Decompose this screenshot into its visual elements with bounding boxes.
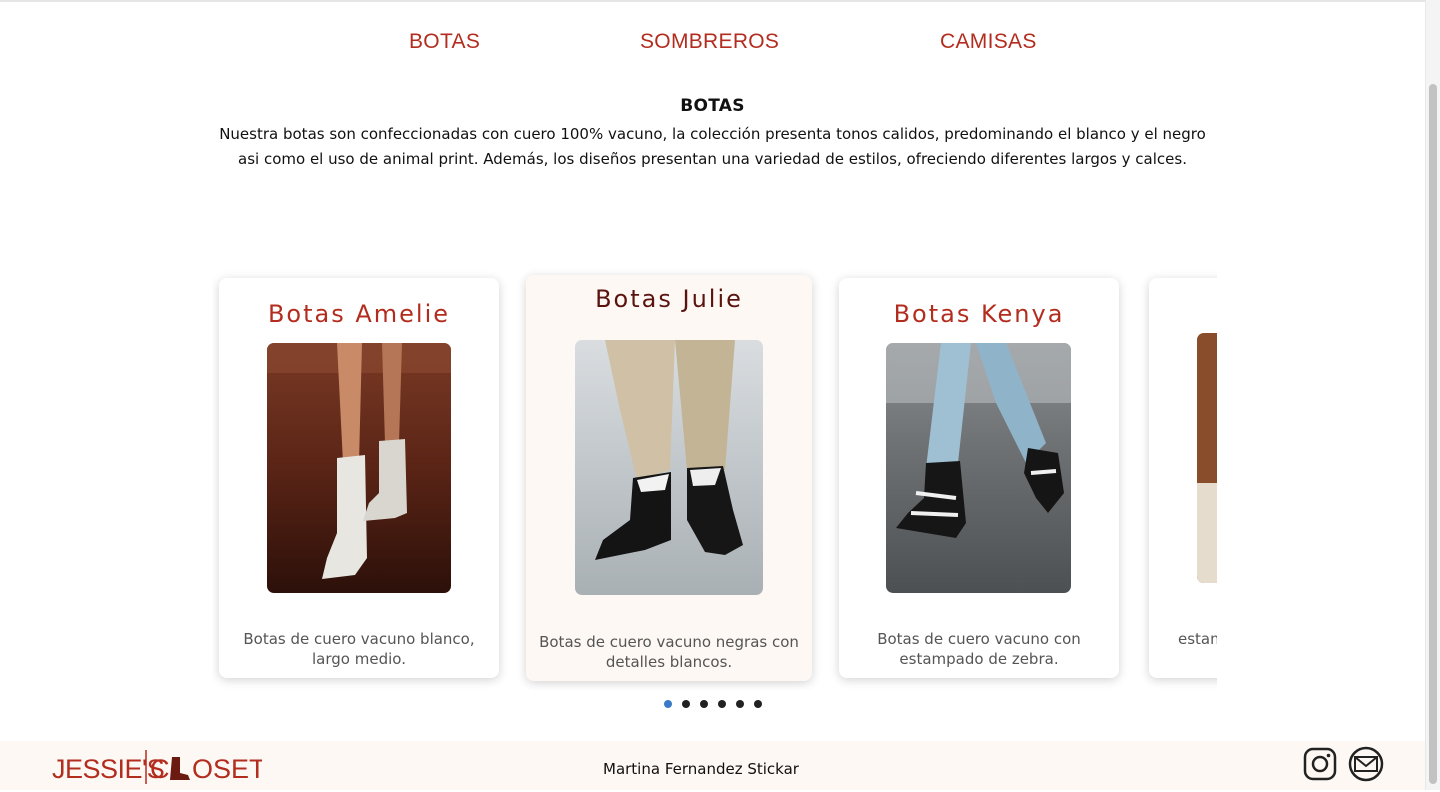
card-title: Botas Julie bbox=[595, 285, 743, 313]
product-card-julie[interactable]: Botas Julie Botas de cuero vacuno negras… bbox=[526, 275, 812, 681]
card-description: estam bbox=[1178, 630, 1217, 648]
main-nav: BOTAS SOMBREROS CAMISAS bbox=[0, 30, 1425, 60]
section-description: Nuestra botas son confeccionadas con cue… bbox=[219, 125, 1206, 168]
card-title: Botas Amelie bbox=[267, 300, 451, 328]
footer-author: Martina Fernandez Stickar bbox=[603, 760, 799, 778]
product-image-julie[interactable] bbox=[575, 340, 763, 595]
card-description: Botas de cuero vacuno con estampado de z… bbox=[877, 630, 1081, 668]
mail-icon[interactable] bbox=[1348, 746, 1384, 782]
carousel-dot-6[interactable] bbox=[754, 700, 762, 708]
card-description: Botas de cuero vacuno blanco, largo medi… bbox=[243, 630, 475, 668]
instagram-icon[interactable] bbox=[1302, 746, 1338, 782]
card-description: Botas de cuero vacuno negras con detalle… bbox=[539, 633, 799, 671]
svg-text:JESSIE'S: JESSIE'S bbox=[52, 754, 164, 784]
section-title: BOTAS bbox=[680, 96, 745, 116]
svg-text:OSET: OSET bbox=[192, 754, 262, 784]
svg-text:C: C bbox=[150, 754, 170, 784]
jessies-closet-logo[interactable]: JESSIE'S C OSET bbox=[52, 747, 266, 787]
nav-link-sombreros[interactable]: SOMBREROS bbox=[640, 30, 779, 54]
product-image-partial[interactable] bbox=[1197, 333, 1217, 583]
product-card-amelie[interactable]: Botas Amelie Botas de cuero vacuno blanc… bbox=[219, 278, 499, 678]
carousel-dot-1[interactable] bbox=[664, 700, 672, 708]
carousel-dot-3[interactable] bbox=[700, 700, 708, 708]
carousel-dot-2[interactable] bbox=[682, 700, 690, 708]
carousel-dot-5[interactable] bbox=[736, 700, 744, 708]
nav-link-botas[interactable]: BOTAS bbox=[409, 30, 480, 54]
product-card-partial[interactable]: estam bbox=[1149, 278, 1217, 678]
top-divider bbox=[0, 0, 1425, 2]
product-image-amelie[interactable] bbox=[267, 343, 451, 593]
footer: JESSIE'S C OSET Martina Fernandez Sticka… bbox=[0, 741, 1425, 790]
vertical-scrollbar[interactable] bbox=[1425, 0, 1440, 790]
scrollbar-thumb[interactable] bbox=[1429, 84, 1437, 784]
carousel-dot-4[interactable] bbox=[718, 700, 726, 708]
product-carousel[interactable]: Botas Amelie Botas de cuero vacuno blanc… bbox=[212, 265, 1217, 690]
card-title: Botas Kenya bbox=[893, 300, 1065, 328]
nav-link-camisas[interactable]: CAMISAS bbox=[940, 30, 1037, 54]
product-image-kenya[interactable] bbox=[886, 343, 1071, 593]
product-card-kenya[interactable]: Botas Kenya Botas de cuero vacuno con es… bbox=[839, 278, 1119, 678]
